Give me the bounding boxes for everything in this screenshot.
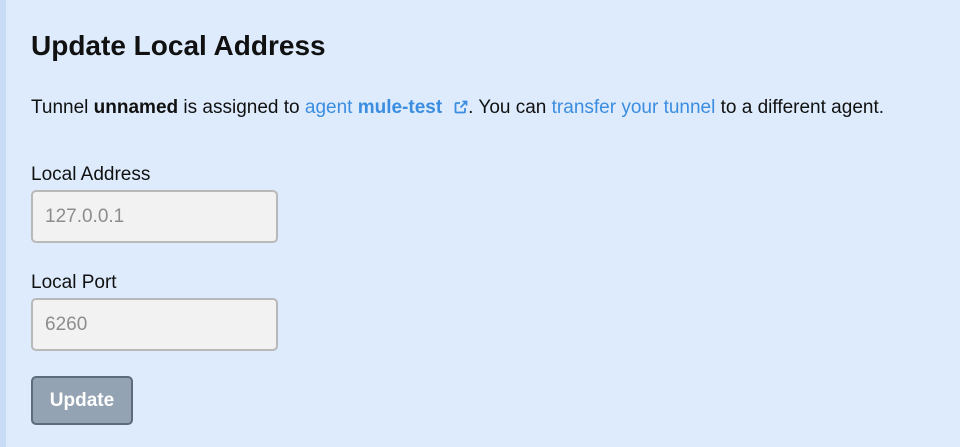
local-port-input[interactable] [31,298,278,351]
description-middle: is assigned to [178,97,305,118]
agent-link-prefix: agent [304,97,358,118]
agent-name: mule-test [357,97,443,118]
description-prefix: Tunnel [31,97,94,118]
transfer-tunnel-link[interactable]: transfer your tunnel [552,97,716,118]
page-title: Update Local Address [31,30,326,61]
description-after-agent: . You can [468,97,552,118]
tunnel-name: unnamed [93,97,179,118]
update-local-address-panel: Update Local Address Tunnel unnamed is a… [0,0,960,447]
description-suffix: to a different agent. [715,97,885,118]
local-port-label: Local Port [31,272,117,293]
agent-link[interactable]: agent mule-test [305,97,468,118]
left-accent-bar [0,0,6,447]
tunnel-description: Tunnel unnamed is assigned to agent mule… [31,96,884,120]
external-link-icon[interactable] [454,100,468,114]
local-address-input[interactable] [31,190,278,243]
update-button[interactable]: Update [31,376,133,425]
local-address-label: Local Address [31,164,151,185]
